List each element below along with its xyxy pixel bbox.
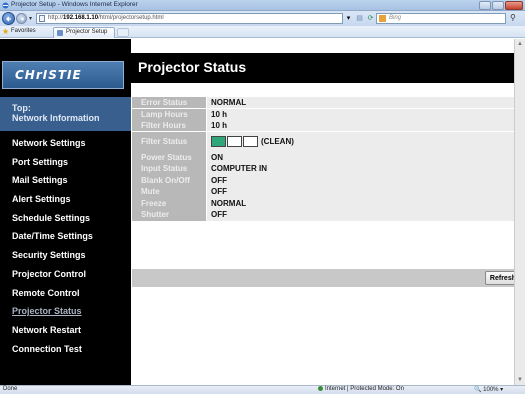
back-button[interactable] (2, 12, 15, 25)
status-key: Input Status (132, 163, 206, 175)
maximize-button[interactable] (492, 1, 504, 10)
security-zone[interactable]: Internet | Protected Mode: On (318, 386, 404, 392)
content-frame: Projector Status Error Status NORMAL Lam… (131, 39, 524, 385)
sidebar-item-top-network-information[interactable]: Top: Network Information (0, 97, 131, 131)
sidebar-item-remote-control[interactable]: Remote Control (0, 287, 131, 306)
forward-button[interactable] (16, 13, 27, 24)
tab-label: Projector Setup (66, 29, 108, 35)
window-controls (478, 1, 523, 10)
forward-arrow-icon (20, 17, 25, 21)
status-key: Filter Hours (132, 120, 206, 132)
vertical-scrollbar[interactable]: ▲ ▼ (514, 39, 525, 385)
sidebar-nav: Network Settings Port Settings Mail Sett… (0, 137, 131, 361)
internet-zone-icon (318, 386, 323, 391)
status-key: Freeze (132, 197, 206, 209)
status-key: Mute (132, 186, 206, 198)
status-text: Done (3, 386, 18, 392)
close-button[interactable] (505, 1, 523, 10)
status-value: COMPUTER IN (207, 163, 517, 175)
filter-level-box (243, 135, 258, 147)
status-value: 10 h (207, 108, 517, 120)
page-viewport: CHrISTIE Top: Network Information Networ… (0, 39, 525, 385)
window-title: Projector Setup - Windows Internet Explo… (11, 1, 138, 8)
history-dropdown-icon[interactable]: ▾ (29, 15, 32, 22)
table-row: Freeze NORMAL (132, 197, 517, 209)
status-key: Power Status (132, 151, 206, 163)
ie-icon (2, 2, 9, 9)
table-row: Input Status COMPUTER IN (132, 163, 517, 175)
favorites-star-icon[interactable]: ★ (2, 27, 9, 36)
address-dropdown-icon[interactable]: ▾ (344, 14, 353, 23)
favorites-button[interactable]: Favorites (11, 28, 36, 34)
address-url[interactable]: http://192.168.1.10/html/projectorsetup.… (48, 15, 164, 21)
sidebar-item-alert-settings[interactable]: Alert Settings (0, 193, 131, 212)
refresh-bar: Refresh (132, 269, 524, 287)
compatibility-icon[interactable]: ▤ (355, 14, 364, 23)
status-value: NORMAL (207, 97, 517, 109)
status-key: Blank On/Off (132, 174, 206, 186)
search-icon[interactable]: ⚲ (510, 13, 516, 22)
filter-level-box (211, 135, 226, 147)
back-arrow-icon (6, 16, 11, 22)
search-box[interactable]: Bing (376, 13, 506, 24)
sidebar-item-label: Top: Network Information (12, 103, 100, 123)
status-value: (CLEAN) (207, 131, 517, 152)
status-value: OFF (207, 174, 517, 186)
status-value: NORMAL (207, 197, 517, 209)
status-value: 10 h (207, 120, 517, 132)
table-row: Power Status ON (132, 151, 517, 163)
page-header: Projector Status (131, 53, 523, 83)
address-bar[interactable]: http://192.168.1.10/html/projectorsetup.… (36, 13, 343, 24)
filter-level-box (227, 135, 242, 147)
status-value: OFF (207, 209, 517, 221)
tab-projector-setup[interactable]: Projector Setup (53, 27, 115, 38)
status-key: Error Status (132, 97, 206, 109)
page-icon (39, 15, 45, 22)
filter-level-indicator (211, 135, 258, 147)
refresh-icon[interactable]: ⟳ (366, 14, 375, 23)
status-value: ON (207, 151, 517, 163)
sidebar-item-projector-status[interactable]: Projector Status (0, 305, 131, 324)
table-row-filter-status: Filter Status (CLEAN) (132, 131, 517, 152)
status-key: Shutter (132, 209, 206, 221)
logo-text: CHrISTIE (15, 68, 82, 82)
new-tab-button[interactable] (117, 28, 129, 37)
table-row: Lamp Hours 10 h (132, 108, 517, 120)
zoom-level[interactable]: 🔍 100% ▾ (474, 386, 503, 393)
status-value: OFF (207, 186, 517, 198)
sidebar-item-port-settings[interactable]: Port Settings (0, 156, 131, 175)
status-key: Lamp Hours (132, 108, 206, 120)
page-title: Projector Status (138, 59, 247, 75)
table-row: Mute OFF (132, 186, 517, 198)
scroll-up-icon[interactable]: ▲ (517, 41, 523, 47)
browser-statusbar: Done Internet | Protected Mode: On 🔍 100… (0, 385, 525, 394)
table-row: Blank On/Off OFF (132, 174, 517, 186)
sidebar-item-security-settings[interactable]: Security Settings (0, 249, 131, 268)
filter-status-text: (CLEAN) (261, 136, 294, 146)
sidebar: CHrISTIE Top: Network Information Networ… (0, 39, 131, 385)
window-titlebar: Projector Setup - Windows Internet Explo… (0, 0, 525, 11)
status-table: Error Status NORMAL Lamp Hours 10 h Filt… (132, 97, 517, 221)
minimize-button[interactable] (479, 1, 491, 10)
table-row: Shutter OFF (132, 209, 517, 221)
sidebar-item-mail-settings[interactable]: Mail Settings (0, 174, 131, 193)
sidebar-item-schedule-settings[interactable]: Schedule Settings (0, 212, 131, 231)
scroll-down-icon[interactable]: ▼ (517, 377, 523, 383)
sidebar-item-connection-test[interactable]: Connection Test (0, 343, 131, 362)
bing-icon (379, 15, 386, 22)
sidebar-item-network-restart[interactable]: Network Restart (0, 324, 131, 343)
navigation-bar: ▾ http://192.168.1.10/html/projectorsetu… (0, 11, 525, 26)
table-row: Error Status NORMAL (132, 97, 517, 109)
sidebar-item-date-time-settings[interactable]: Date/Time Settings (0, 230, 131, 249)
sidebar-item-projector-control[interactable]: Projector Control (0, 268, 131, 287)
sidebar-item-network-settings[interactable]: Network Settings (0, 137, 131, 156)
status-key: Filter Status (132, 131, 206, 152)
table-row: Filter Hours 10 h (132, 120, 517, 132)
search-placeholder: Bing (389, 15, 402, 21)
christie-logo: CHrISTIE (2, 61, 124, 89)
favorites-bar: ★ Favorites Projector Setup (0, 26, 525, 38)
tab-page-icon (57, 30, 63, 36)
